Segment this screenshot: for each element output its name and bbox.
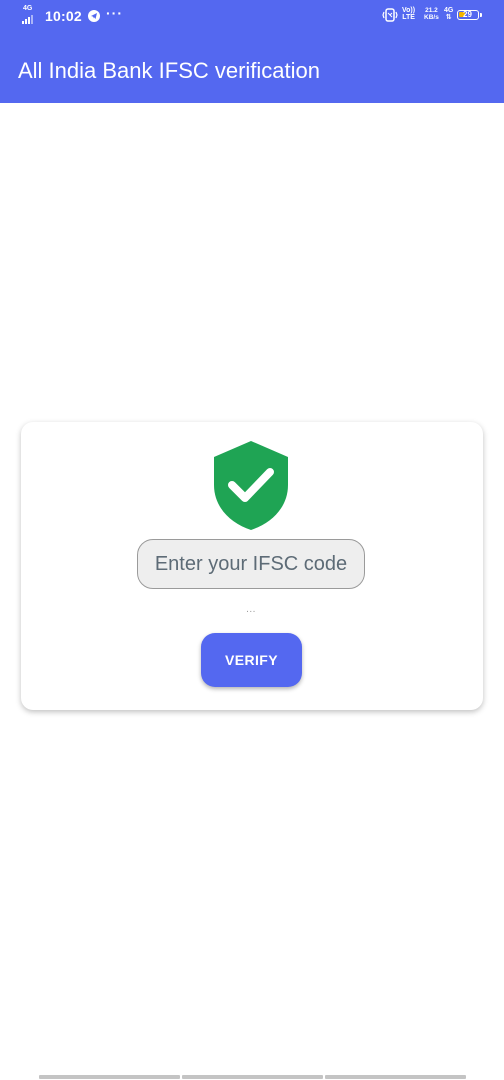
network-tag: 4G [23,5,33,12]
telegram-icon [88,10,100,22]
app-bar: 4G 10:02 ··· Vo)) LTE 21.2 KB/s 4G ⇅ 29 … [0,0,504,103]
battery-icon: 29 [457,10,482,20]
status-bar: 4G 10:02 ··· Vo)) LTE 21.2 KB/s 4G ⇅ 29 [0,0,504,32]
verify-button[interactable]: VERIFY [201,633,302,687]
status-time: 10:02 [45,8,82,24]
ifsc-code-input[interactable] [137,539,365,589]
battery-level: 29 [463,10,472,19]
more-notifications-icon: ··· [106,5,123,21]
signal-icon: 4G [22,5,42,26]
verification-card: ... VERIFY [21,422,483,710]
app-title: All India Bank IFSC verification [18,58,321,83]
status-bar-right: Vo)) LTE 21.2 KB/s 4G ⇅ 29 [364,0,504,32]
result-text: ... [246,604,256,615]
shield-check-icon [214,441,288,530]
volte-indicator: Vo)) LTE [402,7,416,21]
network-speed: 21.2 KB/s [424,7,439,21]
network-type: 4G ⇅ [444,7,454,21]
navigation-handle[interactable] [39,1075,466,1079]
vibrate-icon [382,8,398,27]
